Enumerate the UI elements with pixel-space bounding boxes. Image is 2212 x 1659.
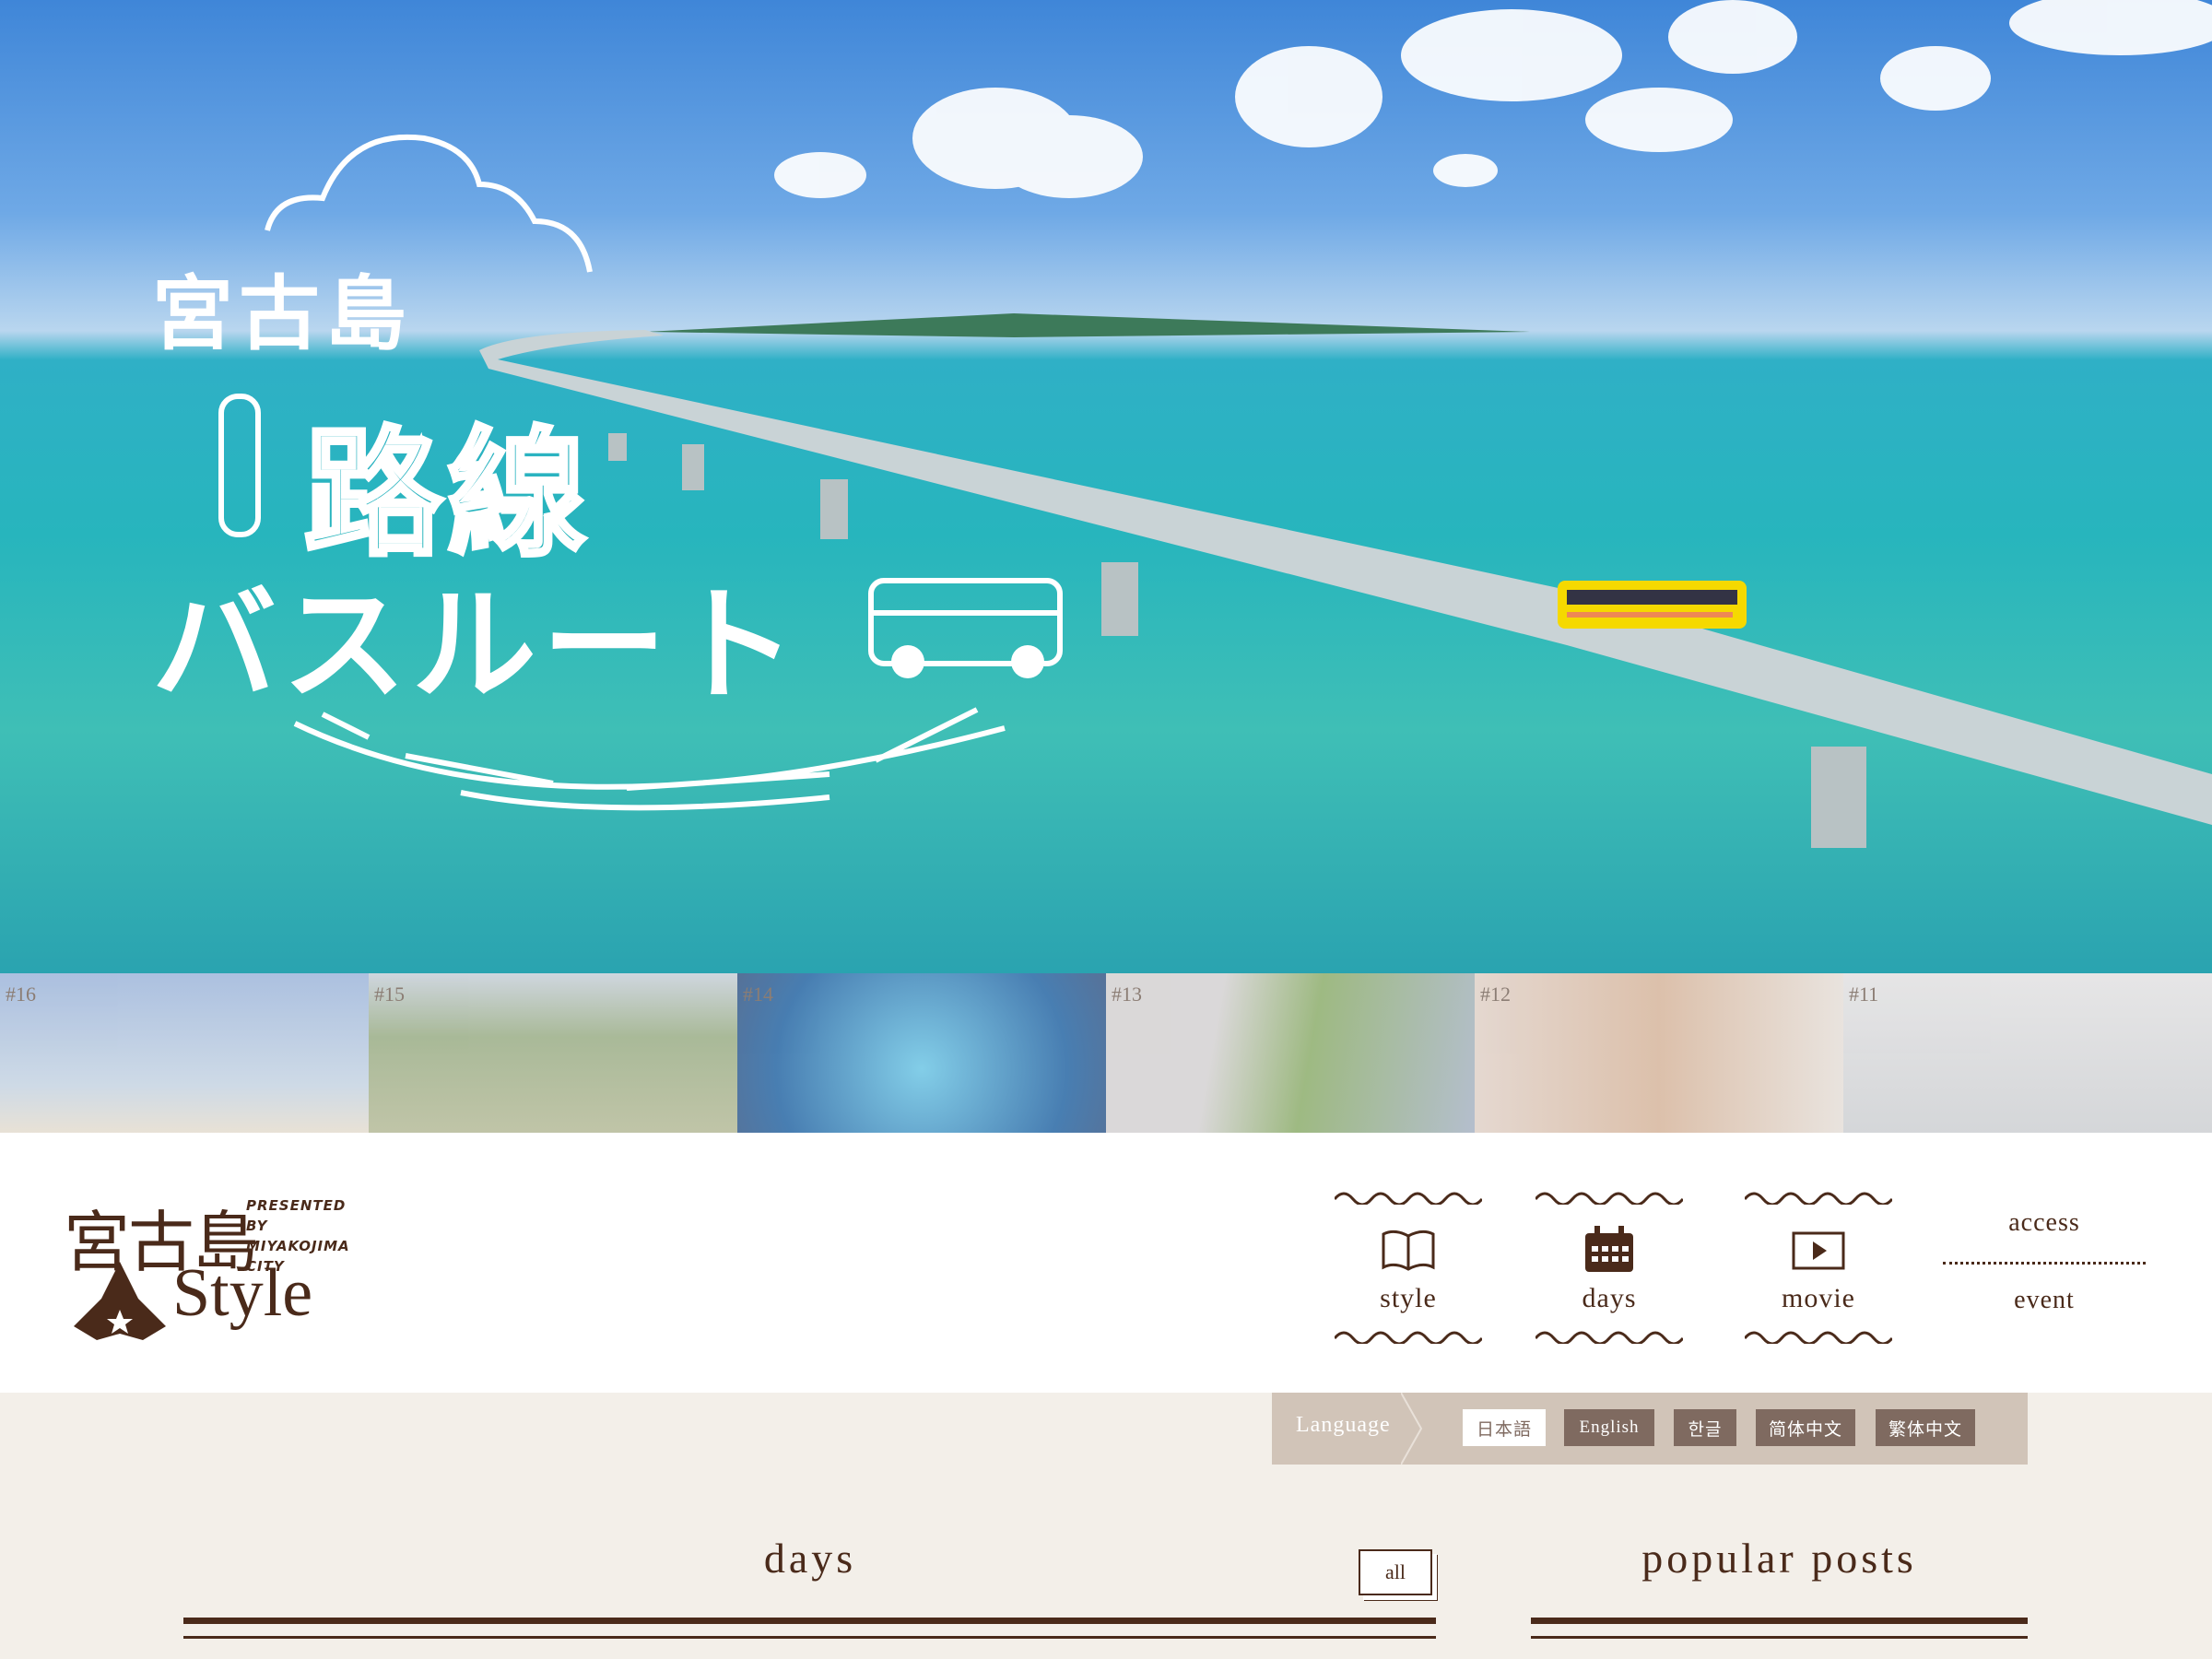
site-header: 宮古島 PRESENTED BY MIYAKOJIMA CITY Style sty… [0, 1133, 2212, 1393]
article-thumbnail-strip: #16 #15 #14 #13 #12 #11 [0, 973, 2212, 1133]
calendar-icon [1585, 1226, 1633, 1272]
hero-banner[interactable]: 宮古島 路線 バスルート [0, 0, 2212, 973]
thumbnail-15[interactable]: #15 [369, 973, 737, 1133]
popular-rule-thin [1531, 1636, 2028, 1639]
days-heading: days [763, 1535, 857, 1582]
days-rule [183, 1618, 1436, 1624]
language-label: Language [1296, 1413, 1391, 1437]
thumbnail-14[interactable]: #14 [737, 973, 1106, 1133]
wave-divider-icon [1743, 1331, 1894, 1346]
thumbnail-12[interactable]: #12 [1475, 973, 1843, 1133]
thumbnail-16[interactable]: #16 [0, 973, 369, 1133]
wave-divider-icon [1534, 1192, 1685, 1206]
play-icon [1792, 1231, 1845, 1270]
nav-access[interactable]: access [1943, 1208, 2146, 1238]
thumbnail-number: #11 [1849, 982, 1879, 1006]
language-bar: Language 日本語 English 한글 简体中文 繁体中文 [1272, 1393, 2028, 1465]
book-icon [1382, 1230, 1435, 1271]
days-rule-thin [183, 1636, 1436, 1639]
nav-divider [1943, 1262, 2146, 1265]
wave-divider-icon [1333, 1192, 1484, 1206]
nav-style[interactable]: style [1333, 1188, 1484, 1348]
nav-movie-label: movie [1782, 1283, 1855, 1313]
all-button[interactable]: all [1359, 1549, 1432, 1595]
wave-divider-icon [1743, 1192, 1894, 1206]
logo-style: Style [172, 1255, 313, 1331]
wave-divider-icon [1333, 1331, 1484, 1346]
popular-rule [1531, 1618, 2028, 1624]
hero-title-island: 宮古島 [152, 266, 413, 361]
thumbnail-number: #12 [1480, 982, 1511, 1006]
wave-divider-icon [1534, 1331, 1685, 1346]
lang-traditional-chinese[interactable]: 繁体中文 [1876, 1409, 1975, 1446]
thumbnail-number: #15 [374, 982, 405, 1006]
popular-posts-heading: popular posts [1641, 1535, 1917, 1582]
lang-korean[interactable]: 한글 [1674, 1409, 1736, 1446]
thumbnail-11[interactable]: #11 [1843, 973, 2212, 1133]
logo-tree-icon [74, 1262, 166, 1340]
nav-movie[interactable]: movie [1743, 1188, 1894, 1348]
hero-title-bus-route: バスルート [152, 573, 802, 718]
thumbnail-13[interactable]: #13 [1106, 973, 1475, 1133]
site-logo[interactable]: 宮古島 PRESENTED BY MIYAKOJIMA CITY Style [64, 1188, 349, 1340]
thumbnail-number: #14 [743, 982, 773, 1006]
lang-simplified-chinese[interactable]: 简体中文 [1756, 1409, 1855, 1446]
thumbnail-number: #16 [6, 982, 36, 1006]
nav-style-label: style [1380, 1283, 1437, 1313]
chevron-right-icon [1401, 1393, 1423, 1465]
nav-days[interactable]: days [1534, 1188, 1685, 1348]
lang-english[interactable]: English [1564, 1409, 1654, 1446]
nav-event[interactable]: event [1943, 1286, 2146, 1315]
nav-days-label: days [1582, 1283, 1637, 1313]
lang-japanese[interactable]: 日本語 [1463, 1409, 1546, 1446]
thumbnail-number: #13 [1112, 982, 1142, 1006]
